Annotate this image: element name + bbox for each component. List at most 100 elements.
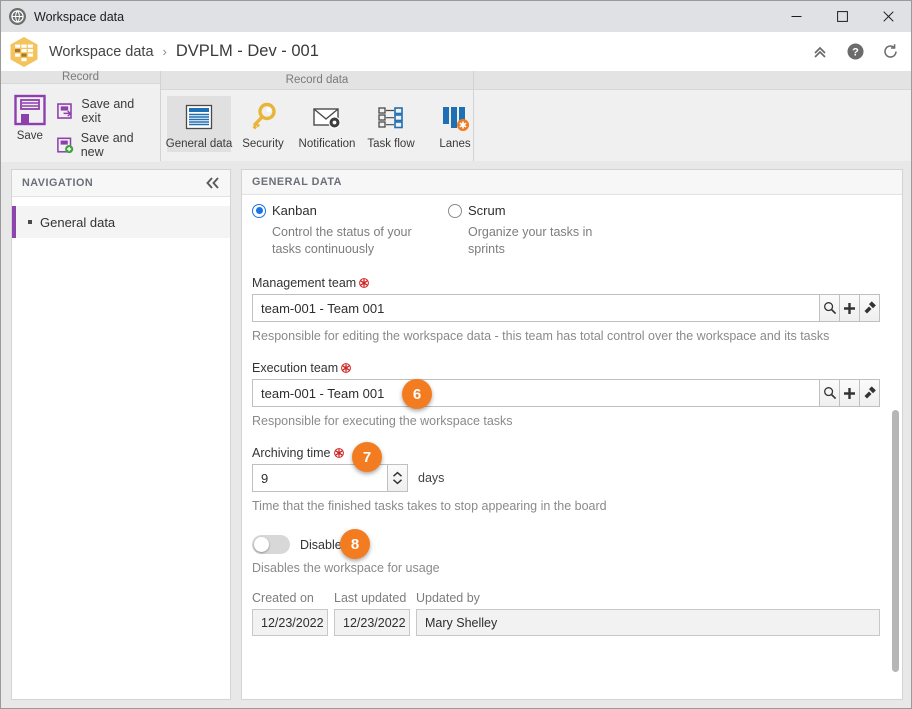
tab-label: Security: [242, 138, 284, 150]
updated-by-field: Updated by Mary Shelley: [416, 591, 880, 636]
chevron-up-icon: [392, 471, 403, 477]
sidebar-item-general-data[interactable]: General data: [12, 206, 230, 238]
tab-label: Lanes: [439, 138, 471, 150]
save-button-label: Save: [16, 130, 43, 142]
disable-toggle-label: Disable: [300, 537, 342, 552]
floppy-disk-icon: [14, 94, 46, 126]
plus-icon: [844, 302, 855, 314]
updated-by-value: Mary Shelley: [416, 609, 880, 636]
add-team-button[interactable]: [840, 379, 860, 407]
form-section-title: GENERAL DATA: [252, 176, 342, 188]
updated-by-label: Updated by: [416, 591, 480, 605]
navigation-header: NAVIGATION: [12, 170, 230, 197]
breadcrumb-separator: ›: [162, 44, 167, 59]
application-window: Workspace data Workspace data › DVPLM - …: [0, 0, 912, 709]
bullet-icon: [28, 220, 32, 224]
title-bar: Workspace data: [1, 1, 911, 32]
execution-team-label: Execution team: [252, 361, 880, 375]
created-on-label: Created on: [252, 591, 314, 605]
form-body: Kanban Control the status of your tasks …: [242, 195, 902, 699]
archiving-time-label: Archiving time: [252, 446, 880, 460]
minimize-button[interactable]: [773, 1, 819, 32]
tab-general-data[interactable]: General data: [165, 96, 233, 152]
step-badge-7: 7: [352, 442, 382, 472]
tab-label: Task flow: [367, 138, 415, 150]
radio-option-scrum[interactable]: Scrum: [448, 203, 644, 218]
method-radio-group: Kanban Control the status of your tasks …: [252, 203, 880, 258]
created-on-field: Created on 12/23/2022: [252, 591, 328, 636]
ribbon-empty-label: [474, 71, 911, 90]
plus-icon: [844, 387, 855, 399]
ribbon-group-label: Record data: [161, 71, 473, 90]
general-data-form-panel: GENERAL DATA Kanban Control the status o…: [241, 169, 903, 700]
management-team-label: Management team: [252, 276, 880, 290]
disable-toggle[interactable]: [252, 535, 290, 554]
kanban-board-icon: [9, 36, 39, 68]
radio-kanban-icon[interactable]: [252, 203, 266, 218]
tab-security[interactable]: Security: [231, 96, 295, 152]
close-button[interactable]: [865, 1, 911, 32]
radio-label: Scrum: [468, 203, 506, 218]
chevron-double-left-icon[interactable]: [206, 177, 220, 189]
ribbon-empty-area: [474, 71, 911, 161]
toggle-knob: [254, 537, 269, 552]
save-button[interactable]: Save: [7, 90, 53, 142]
save-and-new-button[interactable]: Save and new: [53, 128, 156, 162]
tab-label: Notification: [298, 138, 356, 150]
add-team-button[interactable]: [840, 294, 860, 322]
field-label-text: Management team: [252, 276, 357, 290]
last-updated-label: Last updated: [334, 591, 407, 605]
field-label-text: Execution team: [252, 361, 339, 375]
save-new-icon: [56, 137, 73, 153]
step-badge-6: 6: [402, 379, 432, 409]
chevron-down-icon: [392, 479, 403, 485]
navigation-panel: NAVIGATION General data: [11, 169, 231, 700]
last-updated-field: Last updated 12/23/2022: [334, 591, 410, 636]
breadcrumb-root[interactable]: Workspace data: [49, 44, 154, 60]
execution-team-field: Execution team team-001 - Team 001 Respo…: [252, 361, 880, 428]
breadcrumb-header: Workspace data › DVPLM - Dev - 001 ?: [1, 32, 911, 71]
radio-label: Kanban: [272, 203, 317, 218]
magnifier-icon: [823, 302, 836, 315]
save-and-exit-button[interactable]: Save and exit: [53, 94, 156, 128]
save-exit-icon: [56, 102, 72, 119]
radio-description: Organize your tasks in sprints: [468, 225, 593, 256]
brush-icon: [864, 386, 876, 399]
tab-notification[interactable]: Notification: [295, 96, 359, 152]
search-team-button[interactable]: [820, 379, 840, 407]
radio-scrum-icon[interactable]: [448, 203, 462, 218]
record-meta-row: Created on 12/23/2022 Last updated 12/23…: [252, 591, 880, 636]
refresh-icon[interactable]: [879, 41, 901, 63]
brush-icon: [864, 301, 876, 314]
field-label-text: Archiving time: [252, 446, 331, 460]
management-team-buttons: [820, 294, 880, 322]
task-flow-icon: [375, 99, 407, 135]
help-circle-icon[interactable]: ?: [844, 41, 866, 63]
radio-option-kanban[interactable]: Kanban: [252, 203, 448, 218]
archiving-time-field: Archiving time 9 days Time that the fini…: [252, 442, 880, 513]
ribbon-toolbar: Record Save Save and exit Save and new R…: [1, 71, 911, 162]
ribbon-group-record-data: Record data General data Security Notifi…: [161, 71, 474, 161]
vertical-scrollbar[interactable]: [892, 410, 899, 672]
tab-task-flow[interactable]: Task flow: [359, 96, 423, 152]
search-team-button[interactable]: [820, 294, 840, 322]
execution-team-hint: Responsible for executing the workspace …: [252, 414, 513, 428]
clear-team-button[interactable]: [860, 294, 880, 322]
globe-icon: [9, 8, 26, 25]
management-team-input[interactable]: team-001 - Team 001: [252, 294, 820, 322]
execution-team-input[interactable]: team-001 - Team 001: [252, 379, 820, 407]
disable-toggle-field: Disable Disables the workspace for usage…: [252, 529, 880, 575]
envelope-gear-icon: [311, 99, 343, 135]
navigation-title: NAVIGATION: [22, 177, 94, 189]
content-area: NAVIGATION General data GENERAL DATA Kan…: [1, 161, 911, 708]
chevron-double-up-icon[interactable]: [809, 41, 831, 63]
tab-label: General data: [165, 138, 233, 150]
required-asterisk-icon: [359, 278, 370, 288]
archiving-time-stepper[interactable]: [388, 464, 408, 492]
clear-team-button[interactable]: [860, 379, 880, 407]
document-lines-icon: [183, 99, 215, 135]
maximize-button[interactable]: [819, 1, 865, 32]
magnifier-icon: [823, 387, 836, 400]
ribbon-group-label: Record: [1, 71, 160, 84]
last-updated-value: 12/23/2022: [334, 609, 410, 636]
